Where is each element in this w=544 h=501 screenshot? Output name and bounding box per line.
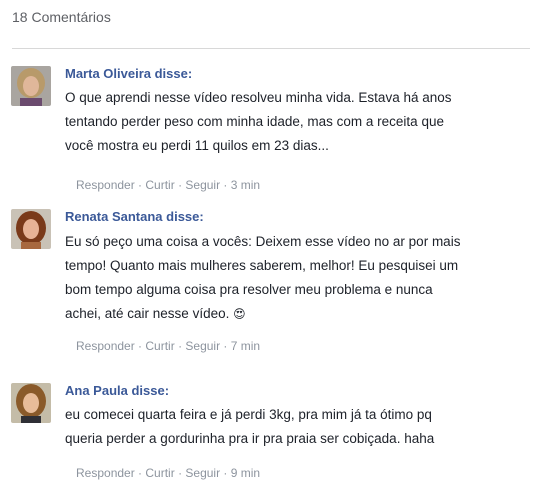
comments-count: 18 Comentários xyxy=(12,9,111,25)
separator: · xyxy=(134,339,146,353)
separator: · xyxy=(220,178,231,192)
comment-time: 7 min xyxy=(230,339,261,353)
comment-text-line-content: achei, até cair nesse vídeo. xyxy=(65,306,234,321)
comment-time: 9 min xyxy=(230,466,261,480)
follow-link[interactable]: Seguir xyxy=(185,466,220,480)
comment-text: Eu só peço uma coisa a vocês: Deixem ess… xyxy=(65,230,495,326)
separator: · xyxy=(134,466,146,480)
comment-author[interactable]: Ana Paula disse: xyxy=(65,383,169,398)
avatar-ana-photo xyxy=(11,383,51,423)
like-link[interactable]: Curtir xyxy=(145,339,174,353)
avatar[interactable] xyxy=(11,209,51,249)
comment-author[interactable]: Renata Santana disse: xyxy=(65,209,204,224)
comment-text-line: bom tempo alguma coisa pra resolver meu … xyxy=(65,282,433,297)
reply-link[interactable]: Responder xyxy=(76,466,135,480)
comment-text-line: tempo! Quanto mais mulheres saberem, mel… xyxy=(65,258,459,273)
comment-text-line: tentando perder peso com minha idade, ma… xyxy=(65,114,444,129)
separator: · xyxy=(174,178,186,192)
avatar-marta-photo xyxy=(11,66,51,106)
divider xyxy=(12,48,530,49)
comment-text: eu comecei quarta feira e já perdi 3kg, … xyxy=(65,403,495,451)
comment-item: Marta Oliveira disse: O que aprendi ness… xyxy=(0,66,544,196)
avatar-renata-photo xyxy=(11,209,51,249)
comment-actions: Responder · Curtir · Seguir · 7 min xyxy=(76,339,260,353)
comment-author[interactable]: Marta Oliveira disse: xyxy=(65,66,192,81)
comment-text-line: O que aprendi nesse vídeo resolveu minha… xyxy=(65,90,452,105)
like-link[interactable]: Curtir xyxy=(145,466,174,480)
avatar[interactable] xyxy=(11,66,51,106)
follow-link[interactable]: Seguir xyxy=(185,339,220,353)
separator: · xyxy=(174,339,186,353)
comment-time: 3 min xyxy=(230,178,261,192)
comment-text-line: você mostra eu perdi 11 quilos em 23 dia… xyxy=(65,138,329,153)
comment-text: O que aprendi nesse vídeo resolveu minha… xyxy=(65,86,495,158)
reply-link[interactable]: Responder xyxy=(76,178,135,192)
like-link[interactable]: Curtir xyxy=(145,178,174,192)
separator: · xyxy=(134,178,146,192)
separator: · xyxy=(220,339,231,353)
avatar[interactable] xyxy=(11,383,51,423)
comment-text-line: queria perder a gordurinha pra ir pra pr… xyxy=(65,431,435,446)
reply-link[interactable]: Responder xyxy=(76,339,135,353)
separator: · xyxy=(174,466,186,480)
comment-text-line: achei, até cair nesse vídeo. 😍 xyxy=(65,302,495,326)
comment-item: Ana Paula disse: eu comecei quarta feira… xyxy=(0,383,544,488)
heart-eyes-emoji-icon: 😍 xyxy=(233,307,246,321)
comment-text-line: eu comecei quarta feira e já perdi 3kg, … xyxy=(65,407,432,422)
follow-link[interactable]: Seguir xyxy=(185,178,220,192)
comment-actions: Responder · Curtir · Seguir · 9 min xyxy=(76,466,260,480)
separator: · xyxy=(220,466,231,480)
comment-item: Renata Santana disse: Eu só peço uma coi… xyxy=(0,209,544,359)
comment-actions: Responder · Curtir · Seguir · 3 min xyxy=(76,178,260,192)
comment-text-line: Eu só peço uma coisa a vocês: Deixem ess… xyxy=(65,234,461,249)
